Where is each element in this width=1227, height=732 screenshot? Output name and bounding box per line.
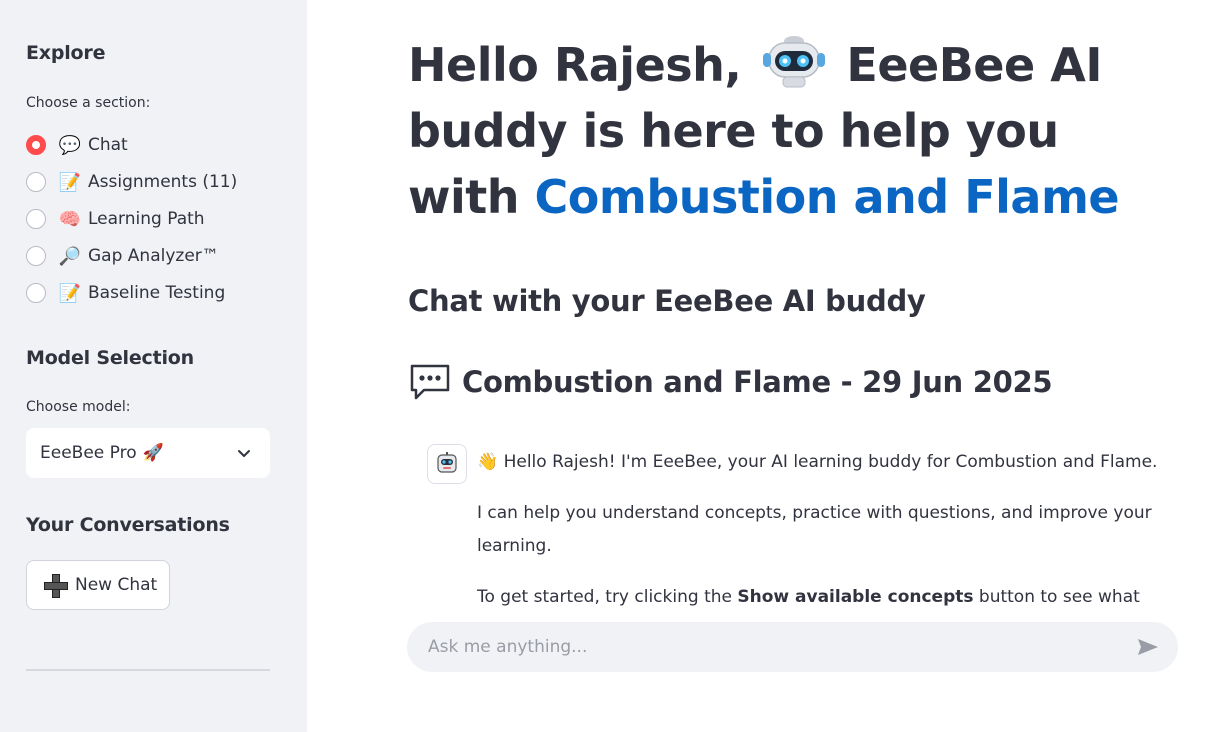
radio-label-chat: Chat [88,135,128,155]
radio-label-assignments: Assignments (11) [88,172,238,192]
conversations-heading: Your Conversations [26,514,230,536]
hero-subject: Combustion and Flame [534,170,1120,224]
message-body: 👋 Hello Rajesh! I'm EeeBee, your AI lear… [477,446,1167,606]
robot-avatar-icon [437,452,457,473]
radio-button[interactable] [26,283,46,303]
assistant-message: 👋 Hello Rajesh! I'm EeeBee, your AI lear… [427,444,1167,606]
radio-assignments[interactable]: 📝 Assignments (11) [26,170,237,194]
message-line-1: 👋 Hello Rajesh! I'm EeeBee, your AI lear… [477,446,1167,479]
sidebar-divider [26,669,270,671]
message-greeting: Hello Rajesh! I'm EeeBee, your AI learni… [503,452,1158,472]
model-selection-heading: Model Selection [26,347,194,369]
send-icon[interactable] [1136,637,1160,657]
speech-bubble-icon: 💬 [58,134,82,156]
radio-label-baseline-testing: Baseline Testing [88,283,226,303]
radio-button[interactable] [26,172,46,192]
page-title: Hello Rajesh, EeeBee AI buddy is here to… [408,32,1168,230]
brain-icon: 🧠 [58,208,82,230]
chat-bubble-icon [410,364,450,400]
robot-icon [762,36,825,88]
radio-button[interactable] [26,246,46,266]
rocket-icon: 🚀 [142,443,164,463]
magnifier-icon: 🔎 [58,245,82,267]
explore-heading: Explore [26,42,106,64]
radio-gap-analyzer[interactable]: 🔎 Gap Analyzer™ [26,244,219,268]
model-select-value: EeeBee Pro [40,443,137,463]
sidebar: Explore Choose a section: 💬 Chat 📝 Assig… [0,0,307,732]
model-select[interactable]: EeeBee Pro 🚀 [26,428,270,478]
radio-baseline-testing[interactable]: 📝 Baseline Testing [26,281,225,305]
hero-greeting: Hello Rajesh, [408,38,742,92]
section-label: Choose a section: [26,95,151,111]
chevron-down-icon[interactable] [236,445,252,461]
radio-label-learning-path: Learning Path [88,209,205,229]
memo-icon: 📝 [58,171,82,193]
main-content: Hello Rajesh, EeeBee AI buddy is here to… [307,0,1227,732]
radio-learning-path[interactable]: 🧠 Learning Path [26,207,205,231]
chat-input[interactable]: Ask me anything... [407,622,1178,672]
show-concepts-reference: Show available concepts [737,587,974,606]
radio-chat[interactable]: 💬 Chat [26,133,128,157]
new-chat-button[interactable]: New Chat [26,560,170,610]
wave-icon: 👋 [477,452,499,472]
plus-icon [43,573,68,598]
memo-icon: 📝 [58,282,82,304]
model-label: Choose model: [26,399,131,415]
chat-input-placeholder: Ask me anything... [428,637,588,657]
chat-subheading: Chat with your EeeBee AI buddy [408,284,926,318]
radio-label-gap-analyzer: Gap Analyzer™ [88,246,219,266]
app-root: Explore Choose a section: 💬 Chat 📝 Assig… [0,0,1227,732]
avatar [427,444,467,484]
radio-button[interactable] [26,209,46,229]
message-line-3: To get started, try clicking the Show av… [477,581,1167,606]
chat-session-title: Combustion and Flame - 29 Jun 2025 [408,362,1053,402]
message-line-2: I can help you understand concepts, prac… [477,503,1152,556]
chat-session-title-text: Combustion and Flame - 29 Jun 2025 [462,365,1053,399]
radio-button-selected[interactable] [26,135,46,155]
new-chat-label: New Chat [75,575,158,595]
message-line-3-prefix: To get started, try clicking the [477,587,738,606]
